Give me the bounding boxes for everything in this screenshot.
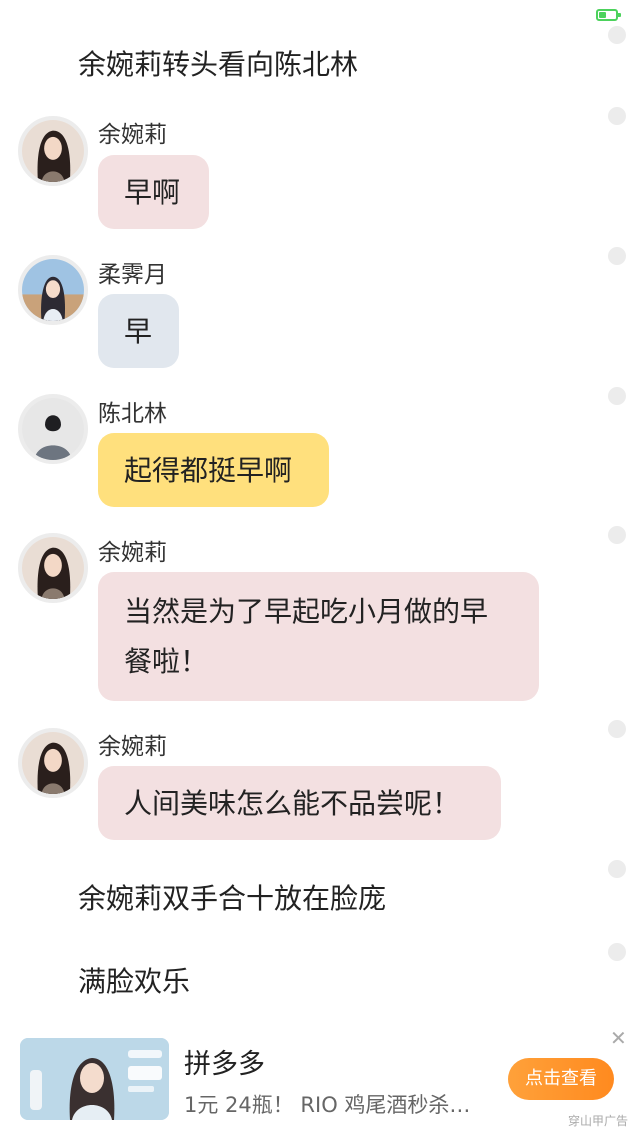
battery-icon [596,9,621,21]
avatar[interactable] [18,394,88,464]
message-dot[interactable] [608,943,626,961]
message-bubble[interactable]: 早啊 [98,155,209,229]
message-bubble[interactable]: 人间美味怎么能不品尝呢！ [98,766,501,840]
ad-image-icon [20,1038,169,1120]
message-text-line: 餐啦！ [124,645,209,678]
message-text: 人间美味怎么能不品尝呢！ [124,787,461,820]
avatar[interactable] [18,116,88,186]
message-dot[interactable] [608,860,626,878]
avatar[interactable] [18,533,88,603]
ad-view-button[interactable]: 点击查看 [508,1058,614,1100]
battery-fill [599,12,606,18]
sender-name: 余婉莉 [98,122,167,148]
message-bubble[interactable]: 当然是为了早起吃小月做的早 餐啦！ [98,572,539,701]
ad-title[interactable]: 拼多多 [184,1042,265,1081]
message-dot[interactable] [608,387,626,405]
sender-name: 柔霁月 [98,262,167,288]
narration-text: 满脸欢乐 [78,965,191,998]
message-dot[interactable] [608,526,626,544]
ad-thumbnail[interactable] [20,1038,169,1120]
avatar-portrait-icon [22,732,84,794]
message-text: 早 [124,315,153,348]
message-dot[interactable] [608,720,626,738]
message-text-line: 当然是为了早起吃小月做的早 [124,595,489,628]
message-text: 早啊 [124,176,181,209]
message-bubble[interactable]: 早 [98,294,179,368]
battery-tip [618,13,621,17]
narration-text: 余婉莉转头看向陈北林 [78,48,359,81]
sender-name: 余婉莉 [98,540,167,566]
message-dot[interactable] [608,247,626,265]
avatar[interactable] [18,255,88,325]
avatar-portrait-icon [22,120,84,182]
message-bubble[interactable]: 起得都挺早啊 [98,433,329,507]
sender-name: 陈北林 [98,401,167,427]
ad-description[interactable]: 1元 24瓶！ RIO 鸡尾酒秒杀… [184,1089,484,1119]
ad-source-label: 穿山甲广告 [568,1114,629,1128]
message-dot[interactable] [608,26,626,44]
narration-text: 余婉莉双手合十放在脸庞 [78,882,387,915]
avatar-portrait-icon [22,259,84,321]
sender-name: 余婉莉 [98,734,167,760]
message-dot[interactable] [608,107,626,125]
avatar-portrait-icon [22,398,84,460]
avatar[interactable] [18,728,88,798]
message-text: 起得都挺早啊 [124,454,293,487]
close-icon[interactable]: ✕ [610,1028,627,1048]
avatar-portrait-icon [22,537,84,599]
